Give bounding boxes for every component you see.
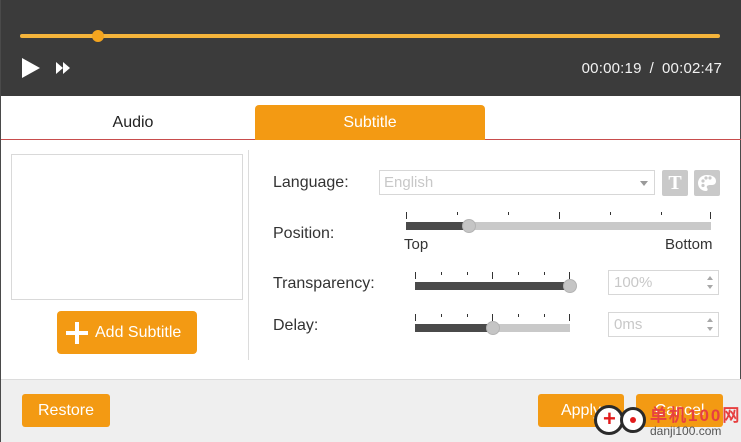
fast-forward-icon — [56, 62, 70, 74]
current-time: 00:00:19 — [581, 60, 642, 77]
plus-icon — [66, 321, 88, 344]
play-button[interactable] — [20, 57, 42, 79]
language-select[interactable]: English — [379, 170, 655, 195]
font-button[interactable]: T — [662, 170, 688, 196]
seek-bar[interactable] — [20, 30, 720, 42]
position-label: Position: — [273, 225, 335, 242]
position-fill — [406, 222, 469, 230]
transparency-fill — [415, 282, 570, 290]
tab-bar: Audio Subtitle — [1, 96, 741, 140]
color-button[interactable] — [694, 170, 720, 196]
subtitle-list[interactable] — [11, 154, 243, 300]
watermark-dot-icon — [620, 407, 646, 433]
add-subtitle-label: Add Subtitle — [95, 323, 182, 341]
spin-arrows-icon[interactable] — [707, 274, 713, 291]
position-top-label: Top — [404, 236, 429, 253]
chevron-down-icon — [640, 181, 648, 186]
transparency-spinbox[interactable]: 100% — [608, 270, 719, 295]
delay-track — [415, 321, 570, 335]
delay-fill — [415, 324, 493, 332]
palette-icon — [698, 175, 716, 191]
font-icon: T — [668, 171, 682, 194]
watermark-logo: 单机100网 danji100.com — [594, 395, 741, 442]
transparency-track — [415, 279, 577, 293]
watermark-text: 单机100网 — [650, 406, 741, 425]
play-icon — [22, 58, 40, 78]
subtitle-settings-window: 00:00:19 / 00:02:47 Audio Subtitle Add Sub… — [0, 0, 741, 442]
position-thumb[interactable] — [461, 219, 476, 233]
delay-slider[interactable] — [415, 314, 570, 344]
pane-divider — [248, 150, 249, 360]
fast-forward-button[interactable] — [55, 60, 73, 76]
delay-label: Delay: — [273, 317, 319, 334]
position-bottom-label: Bottom — [665, 236, 713, 253]
time-separator: / — [649, 60, 654, 77]
transparency-thumb[interactable] — [563, 279, 577, 293]
seek-thumb[interactable] — [91, 30, 104, 42]
position-ticks — [406, 212, 711, 220]
restore-button[interactable]: Restore — [22, 394, 110, 427]
transparency-slider[interactable] — [415, 272, 577, 302]
watermark-url: danji100.com — [650, 424, 722, 438]
tab-subtitle[interactable]: Subtitle — [255, 105, 485, 140]
transparency-label: Transparency: — [273, 275, 375, 292]
delay-spinbox[interactable]: 0ms — [608, 312, 719, 337]
transparency-value: 100% — [614, 274, 653, 291]
add-subtitle-button[interactable]: Add Subtitle — [57, 311, 197, 354]
spin-arrows-icon[interactable] — [707, 316, 713, 333]
tab-audio[interactable]: Audio — [18, 105, 248, 140]
video-player: 00:00:19 / 00:02:47 — [1, 0, 741, 96]
delay-value: 0ms — [614, 316, 643, 333]
time-display: 00:00:19 / 00:02:47 — [582, 60, 722, 77]
position-track — [406, 219, 711, 233]
total-time: 00:02:47 — [662, 60, 722, 77]
language-value: English — [384, 174, 434, 191]
delay-thumb[interactable] — [485, 321, 500, 335]
language-label: Language: — [273, 174, 349, 191]
transparency-ticks — [415, 272, 570, 280]
